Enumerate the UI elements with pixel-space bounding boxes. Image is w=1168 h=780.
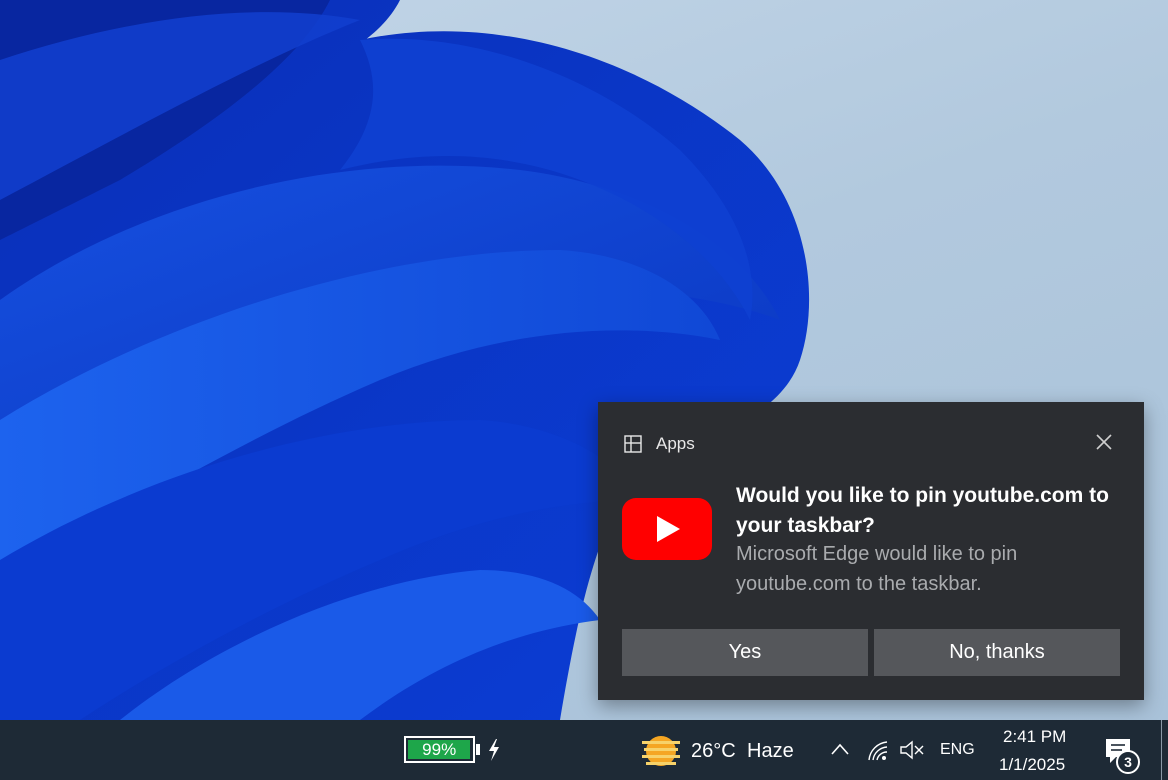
- apps-grid-icon: [624, 435, 642, 453]
- battery-level: 99%: [408, 740, 471, 759]
- clock-date[interactable]: 1/1/2025: [999, 755, 1065, 775]
- youtube-logo-icon: [622, 498, 712, 560]
- charging-bolt-icon: [489, 739, 499, 761]
- input-language[interactable]: ENG: [940, 741, 975, 759]
- show-desktop-button[interactable]: [1161, 720, 1168, 780]
- weather-description[interactable]: Haze: [747, 740, 794, 763]
- battery-tip: [476, 744, 480, 755]
- yes-button[interactable]: Yes: [622, 629, 868, 676]
- volume-muted-icon[interactable]: [899, 739, 925, 761]
- notification-app-label: Apps: [656, 434, 695, 453]
- weather-temperature[interactable]: 26°C: [691, 740, 736, 763]
- no-thanks-button[interactable]: No, thanks: [874, 629, 1120, 676]
- taskbar: 99% 26°C Haze ENG 2:41 PM 1/1/2025 3: [0, 720, 1168, 780]
- chevron-up-icon[interactable]: [830, 742, 850, 756]
- notification-title: Would you like to pin youtube.com to you…: [736, 484, 1109, 537]
- clock-time[interactable]: 2:41 PM: [1003, 727, 1066, 747]
- pin-notification-toast: Apps Would you like to pin youtube.com t…: [598, 402, 1144, 700]
- notification-count-badge: 3: [1116, 750, 1140, 774]
- close-icon[interactable]: [1094, 432, 1114, 452]
- network-icon[interactable]: [867, 738, 889, 762]
- battery-indicator[interactable]: 99%: [404, 736, 475, 763]
- haze-weather-icon[interactable]: [642, 735, 680, 767]
- notification-header: Apps: [624, 434, 695, 454]
- notification-body: Microsoft Edge would like to pin youtube…: [736, 543, 1018, 595]
